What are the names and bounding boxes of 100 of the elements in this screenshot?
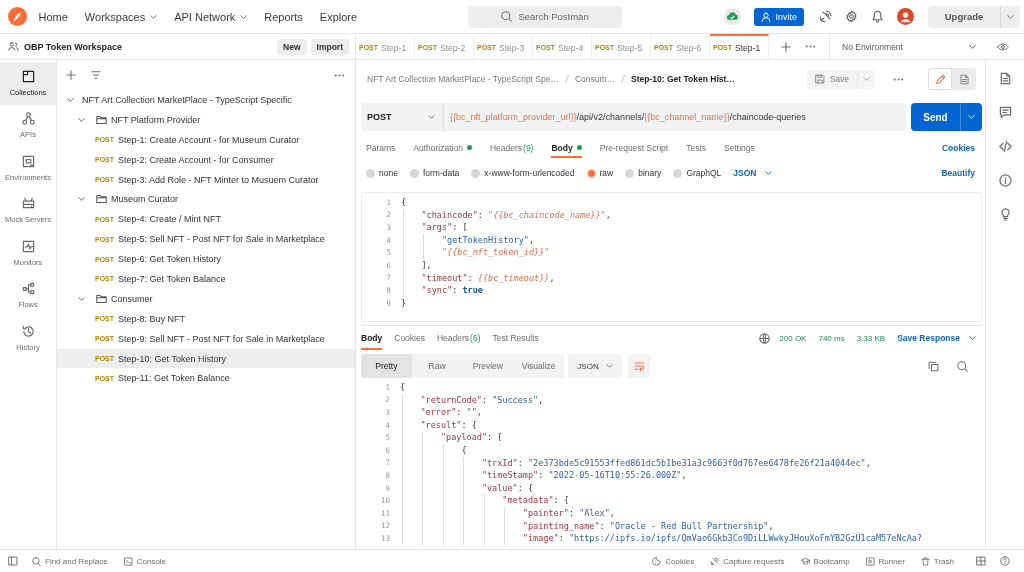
more-icon[interactable] <box>893 77 904 81</box>
console-icon <box>123 556 133 566</box>
breadcrumb-link[interactable]: Consum… <box>574 74 616 84</box>
caret-icon[interactable] <box>78 197 85 202</box>
caret-icon <box>968 115 975 119</box>
radio-option[interactable]: x-www-form-urlencoded <box>471 168 575 178</box>
satellite-icon[interactable] <box>819 10 832 23</box>
nav-link[interactable]: Home <box>30 5 77 28</box>
filter-icon[interactable] <box>91 70 101 80</box>
nav-link[interactable]: Explore <box>311 5 366 28</box>
response-tab[interactable]: Test Results <box>492 326 539 350</box>
method-select[interactable]: POST <box>361 103 444 131</box>
status-bar-button[interactable]: Cookies <box>652 556 695 566</box>
response-tab[interactable]: Cookies <box>394 326 425 350</box>
radio-option[interactable]: binary <box>625 168 662 178</box>
settings-icon[interactable] <box>845 10 858 23</box>
search-icon[interactable] <box>957 360 968 372</box>
caret-icon[interactable] <box>67 97 74 102</box>
response-tab[interactable]: Body <box>361 326 383 350</box>
status-code: 200 OK <box>779 333 807 343</box>
status-bar-button[interactable]: Bootcamp <box>800 556 850 566</box>
nav-link[interactable]: Workspaces <box>76 5 166 28</box>
section-tab[interactable]: Tests <box>686 137 707 158</box>
status-bar-button[interactable]: Capture requests <box>710 556 785 566</box>
avatar-icon[interactable] <box>897 8 914 25</box>
sidebar-toggle-icon[interactable] <box>8 556 18 566</box>
cookies-link[interactable]: Cookies <box>941 142 975 153</box>
response-tab[interactable]: Headers(6) <box>436 326 481 350</box>
document-icon[interactable] <box>998 72 1012 85</box>
status-bar-button[interactable]: Trash <box>920 556 954 566</box>
tree-item[interactable]: Museum Curator <box>57 189 355 210</box>
more-icon[interactable] <box>334 73 345 77</box>
upgrade-button[interactable]: Upgrade <box>928 5 1000 28</box>
plus-icon[interactable] <box>66 70 76 80</box>
environment-select[interactable]: No Environment <box>829 34 986 59</box>
radio-option[interactable]: raw <box>586 168 614 178</box>
wrap-button[interactable] <box>628 354 650 378</box>
nav-link[interactable]: API Network <box>165 5 256 28</box>
search-field[interactable]: Search Postman <box>468 5 623 28</box>
url-field[interactable]: POST {{bc_nft_platform_provider_url}}/api/v2/channels/{{bc_channel_name}}/chaincode-queries <box>361 103 906 131</box>
section-tab[interactable]: Headers(9) <box>489 137 534 158</box>
lightbulb-icon[interactable] <box>998 208 1012 221</box>
cloud-check-icon[interactable] <box>724 8 742 25</box>
folder-icon <box>96 293 107 304</box>
server-icon <box>21 197 35 211</box>
bell-icon[interactable] <box>871 10 884 23</box>
globe-icon[interactable] <box>759 332 771 344</box>
comment-icon[interactable] <box>998 106 1012 119</box>
workspace-button[interactable]: Import <box>310 38 349 55</box>
slash-icon <box>621 75 626 83</box>
caret-icon <box>969 336 976 340</box>
section-tab[interactable]: Body <box>551 137 582 158</box>
view-tab[interactable]: Raw <box>411 354 463 378</box>
dropdown-button[interactable] <box>960 103 982 131</box>
section-tab[interactable]: Params <box>366 137 396 158</box>
nav-link[interactable]: Reports <box>255 5 312 28</box>
radio-option[interactable]: none <box>366 168 398 178</box>
info-icon[interactable] <box>998 174 1012 187</box>
caret-icon <box>764 171 772 175</box>
caret-icon[interactable] <box>78 296 85 301</box>
invite-button[interactable]: Invite <box>754 7 804 26</box>
tree-item[interactable]: NFT Platform Provider <box>57 109 355 130</box>
circles-icon <box>21 112 35 126</box>
workspace-button[interactable]: New <box>277 38 307 55</box>
more-icon[interactable] <box>805 45 816 48</box>
logo-icon[interactable] <box>8 7 27 26</box>
section-tab[interactable]: Settings <box>724 137 755 158</box>
format-select[interactable]: JSON <box>568 354 622 378</box>
cookie-icon <box>652 556 662 566</box>
tree-item[interactable]: NFT Art Collection MarketPlace - TypeScript Specific <box>57 90 355 110</box>
docs-mode-button[interactable] <box>952 68 976 90</box>
tree-item[interactable]: Consumer <box>57 288 355 309</box>
status-bar-button[interactable]: Runner <box>865 556 905 566</box>
caret-icon[interactable] <box>78 117 85 122</box>
collection-icon <box>21 69 35 83</box>
radio-option[interactable]: form-data <box>409 168 460 178</box>
beautify-link[interactable]: Beautify <box>941 168 975 178</box>
caret-icon <box>969 44 976 49</box>
status-bar-button[interactable]: Find and Replace <box>32 556 108 566</box>
eye-icon[interactable] <box>997 42 1009 51</box>
view-tab[interactable]: Pretty <box>361 354 412 378</box>
view-tab[interactable]: Visualize <box>513 354 564 378</box>
send-button[interactable]: Send <box>911 103 960 131</box>
save-response-button[interactable]: Save Response <box>897 326 976 350</box>
copy-icon[interactable] <box>928 360 939 372</box>
environment-icon <box>21 154 35 168</box>
radio-option[interactable]: GraphQL <box>673 168 722 178</box>
caret-icon <box>428 115 435 119</box>
layout-icon[interactable] <box>976 556 986 566</box>
language-select[interactable]: JSON <box>733 168 772 178</box>
help-icon[interactable] <box>1000 556 1010 566</box>
code-icon[interactable] <box>998 140 1012 153</box>
caret-icon <box>1007 14 1014 19</box>
view-tab[interactable]: Preview <box>462 354 514 378</box>
plus-icon[interactable] <box>781 41 791 52</box>
section-tab[interactable]: Pre-request Script <box>599 137 669 158</box>
edit-mode-button[interactable] <box>928 68 952 90</box>
section-tab[interactable]: Authorization <box>413 137 472 158</box>
breadcrumb-link[interactable]: NFT Art Collection MarketPlace - TypeScript Spe… <box>367 74 559 84</box>
status-bar-button[interactable]: Console <box>123 556 167 566</box>
